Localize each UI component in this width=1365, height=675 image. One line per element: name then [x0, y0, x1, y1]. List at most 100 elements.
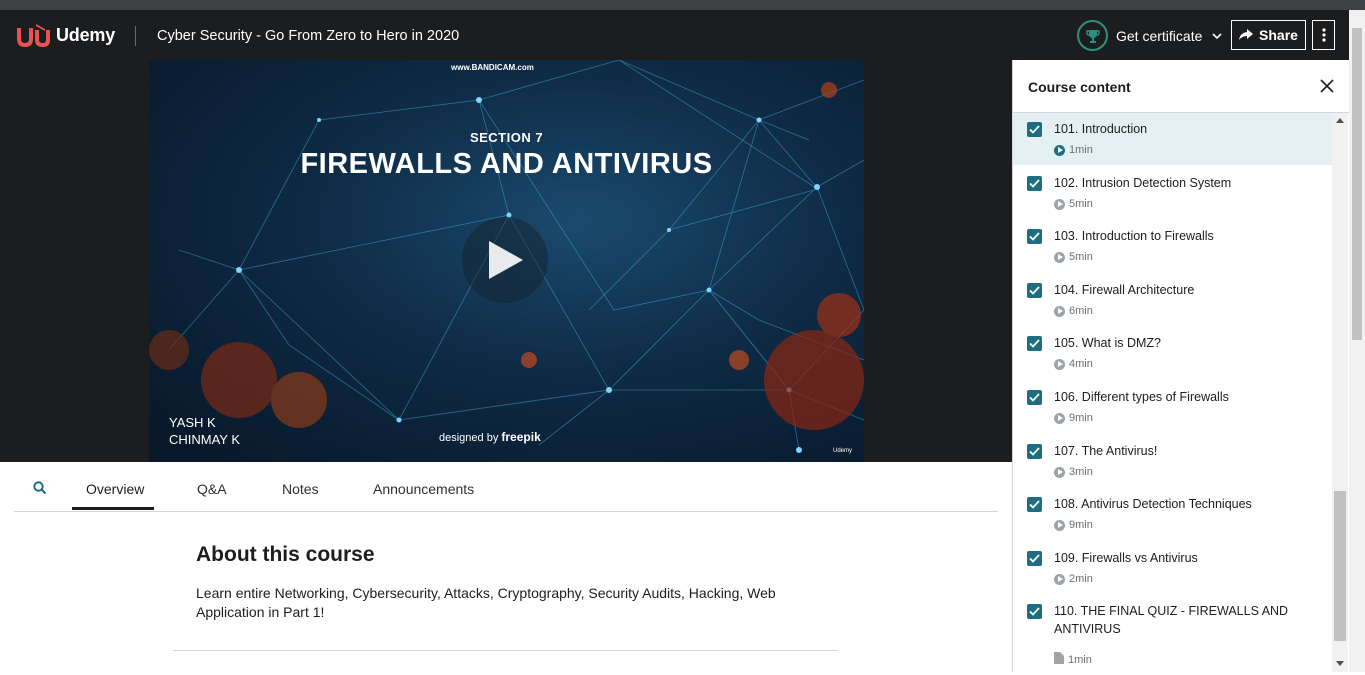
- lecture-duration: 1min: [1069, 144, 1093, 156]
- video-title: FIREWALLS AND ANTIVIRUS: [300, 148, 713, 180]
- sidebar-scrollbar[interactable]: [1332, 113, 1348, 672]
- designed-by-credit: designed by freepik: [439, 430, 541, 444]
- lecture-meta: 5min: [1054, 251, 1093, 263]
- lecture-title: 101. Introduction: [1054, 122, 1148, 136]
- lecture-title: 108. Antivirus Detection Techniques: [1054, 497, 1252, 511]
- udemy-logo[interactable]: Udemy: [14, 20, 115, 50]
- lecture-meta: 1min: [1054, 144, 1093, 156]
- completed-checkbox[interactable]: [1027, 497, 1042, 512]
- completed-checkbox[interactable]: [1027, 551, 1042, 566]
- video-authors: YASH K CHINMAY K: [169, 414, 240, 448]
- completed-checkbox[interactable]: [1027, 229, 1042, 244]
- page-scrollbar-thumb[interactable]: [1352, 28, 1362, 340]
- checkmark-icon: [1029, 393, 1040, 402]
- checkmark-icon: [1029, 125, 1040, 134]
- completed-checkbox[interactable]: [1027, 390, 1042, 405]
- page-scrollbar[interactable]: [1349, 10, 1365, 672]
- course-content-sidebar: Course content 101. Introduction 1min 102.…: [1012, 60, 1349, 675]
- checkmark-icon: [1029, 339, 1040, 348]
- completed-checkbox[interactable]: [1027, 604, 1042, 619]
- lecture-title: 110. THE FINAL QUIZ - FIREWALLS AND ANTI…: [1054, 604, 1289, 636]
- more-options-button[interactable]: [1312, 20, 1335, 50]
- lecture-item[interactable]: 110. THE FINAL QUIZ - FIREWALLS AND ANTI…: [1013, 595, 1333, 675]
- active-tab-indicator: [72, 507, 154, 510]
- completed-checkbox[interactable]: [1027, 283, 1042, 298]
- scroll-up-arrow-icon[interactable]: [1336, 118, 1344, 123]
- lecture-item[interactable]: 105. What is DMZ? 4min: [1013, 327, 1333, 380]
- lecture-duration: 5min: [1069, 251, 1093, 263]
- get-certificate-label: Get certificate: [1116, 27, 1203, 44]
- lecture-item[interactable]: 102. Intrusion Detection System 5min: [1013, 167, 1333, 220]
- share-icon: [1239, 29, 1254, 40]
- header: Udemy Cyber Security - Go From Zero to H…: [0, 10, 1365, 60]
- play-circle-icon: [1054, 466, 1065, 478]
- scroll-down-arrow-icon[interactable]: [1336, 661, 1344, 666]
- scrollbar-thumb[interactable]: [1334, 491, 1346, 641]
- lecture-duration: 9min: [1069, 519, 1093, 531]
- play-circle-icon: [1054, 305, 1065, 317]
- lecture-item[interactable]: 108. Antivirus Detection Techniques 9min: [1013, 488, 1333, 541]
- udemy-logo-icon: [17, 24, 50, 47]
- lecture-meta: 3min: [1054, 466, 1093, 478]
- lecture-title: 109. Firewalls vs Antivirus: [1054, 551, 1198, 565]
- checkmark-icon: [1029, 554, 1040, 563]
- lecture-item[interactable]: 107. The Antivirus! 3min: [1013, 435, 1333, 488]
- lecture-meta: 1min: [1054, 652, 1092, 667]
- video-udemy-watermark: Udemy: [833, 448, 853, 454]
- checkmark-icon: [1029, 500, 1040, 509]
- checkmark-icon: [1029, 286, 1040, 295]
- play-circle-icon: [1054, 358, 1065, 370]
- lecture-item[interactable]: 103. Introduction to Firewalls 5min: [1013, 220, 1333, 273]
- header-divider: [135, 26, 136, 46]
- udemy-logo-text: Udemy: [56, 24, 116, 45]
- lecture-duration: 2min: [1069, 573, 1093, 585]
- close-icon[interactable]: [1319, 78, 1335, 94]
- lecture-title: 103. Introduction to Firewalls: [1054, 229, 1214, 243]
- sidebar-title: Course content: [1028, 79, 1131, 95]
- course-tabs: Overview Q&A Notes Announcements: [14, 462, 998, 512]
- lecture-meta: 2min: [1054, 573, 1093, 585]
- document-icon: [1054, 652, 1064, 667]
- search-icon: [33, 481, 47, 495]
- tab-notes[interactable]: Notes: [282, 481, 319, 497]
- play-circle-icon: [1054, 573, 1065, 585]
- play-button[interactable]: [462, 217, 548, 303]
- play-circle-icon: [1054, 519, 1065, 531]
- lecture-meta: 6min: [1054, 305, 1093, 317]
- lecture-meta: 5min: [1054, 198, 1093, 210]
- checkmark-icon: [1029, 232, 1040, 241]
- completed-checkbox[interactable]: [1027, 176, 1042, 191]
- lecture-duration: 5min: [1069, 198, 1093, 210]
- video-player-area: www.BANDICAM.com SECTION 7 FIREWALLS AND…: [0, 60, 1012, 462]
- bandicam-watermark: www.BANDICAM.com: [451, 63, 534, 72]
- tab-qa[interactable]: Q&A: [197, 481, 227, 497]
- lecture-duration: 4min: [1069, 358, 1093, 370]
- completed-checkbox[interactable]: [1027, 336, 1042, 351]
- tab-announcements[interactable]: Announcements: [373, 481, 474, 497]
- video-player[interactable]: www.BANDICAM.com SECTION 7 FIREWALLS AND…: [149, 60, 864, 462]
- about-heading: About this course: [196, 543, 375, 566]
- play-circle-icon: [1054, 412, 1065, 424]
- lecture-duration: 1min: [1068, 653, 1092, 666]
- completed-checkbox[interactable]: [1027, 444, 1042, 459]
- completed-checkbox[interactable]: [1027, 122, 1042, 137]
- about-description: Learn entire Networking, Cybersecurity, …: [196, 585, 776, 620]
- get-certificate-button[interactable]: Get certificate: [1077, 20, 1224, 51]
- lecture-item[interactable]: 106. Different types of Firewalls 9min: [1013, 381, 1333, 434]
- vertical-dots-icon: [1321, 28, 1326, 42]
- lecture-meta: 9min: [1054, 412, 1093, 424]
- lecture-item[interactable]: 109. Firewalls vs Antivirus 2min: [1013, 542, 1333, 595]
- course-title[interactable]: Cyber Security - Go From Zero to Hero in…: [157, 28, 459, 44]
- tab-overview[interactable]: Overview: [86, 481, 144, 497]
- sidebar-header: Course content: [1013, 60, 1349, 113]
- search-tab[interactable]: [33, 481, 47, 500]
- lecture-item[interactable]: 104. Firewall Architecture 6min: [1013, 274, 1333, 327]
- lecture-duration: 6min: [1069, 305, 1093, 317]
- lecture-duration: 3min: [1069, 466, 1093, 478]
- lecture-item[interactable]: 101. Introduction 1min: [1013, 113, 1333, 165]
- chevron-down-icon: [1212, 32, 1222, 39]
- share-button[interactable]: Share: [1231, 20, 1306, 50]
- play-circle-icon: [1054, 144, 1065, 156]
- lecture-title: 106. Different types of Firewalls: [1054, 390, 1229, 404]
- checkmark-icon: [1029, 607, 1040, 616]
